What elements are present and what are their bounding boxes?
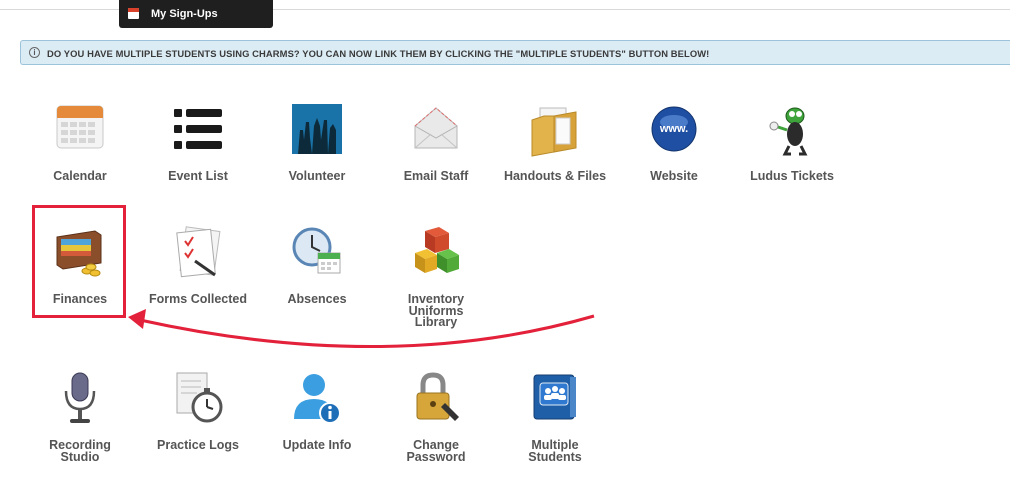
annotation-arrow (128, 309, 595, 348)
